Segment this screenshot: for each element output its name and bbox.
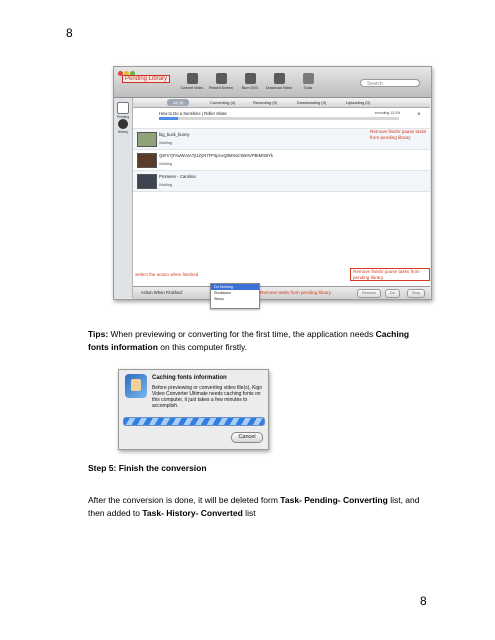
close-icon[interactable]: × — [417, 112, 421, 118]
task-title: Prometer - Carolina — [159, 174, 196, 179]
toolbox-icon — [302, 73, 314, 84]
task-title: QsFn7jTAwWvVA7jI1ZyN7FP3pAxQ0MVoC5WAVPBI… — [159, 153, 274, 158]
convert-icon — [186, 73, 198, 84]
tips-paragraph: Tips: When previewing or converting for … — [88, 329, 410, 352]
do-button[interactable]: Do — [385, 289, 400, 298]
cloud-download-icon — [273, 73, 285, 84]
app-screenshot: Pending Library Convert Video Record Scr… — [113, 66, 432, 309]
tab-bar: All (5) Converting (4) Recording (0) Dow… — [133, 98, 430, 108]
dialog-message: Before previewing or converting video fi… — [152, 385, 263, 409]
video-thumbnail — [137, 174, 157, 189]
search-input[interactable]: Search — [360, 79, 420, 87]
burn-dvd-button[interactable]: Burn DVD — [236, 73, 264, 90]
task-percent: encoding 13.2% — [375, 111, 401, 115]
task-row[interactable]: Prometer - Carolina Waiting — [133, 171, 430, 192]
annotation-remove-tasks: Remove finish/ pause tasks from pending … — [370, 129, 427, 140]
annotation-remove-finished: Remove finish/ pause tasks from pending … — [350, 268, 430, 281]
pending-library-label: Pending Library — [122, 75, 171, 83]
tab-recording[interactable]: Recording (0) — [253, 99, 277, 106]
task-status: Waiting — [159, 182, 173, 187]
title-bar: Pending Library Convert Video Record Scr… — [114, 67, 431, 98]
convert-video-button[interactable]: Convert Video — [178, 73, 206, 90]
task-title: big_buck_bunny — [159, 132, 190, 137]
video-thumbnail — [137, 153, 157, 168]
video-thumbnail — [137, 132, 157, 147]
sidebar: Pending History — [114, 98, 133, 298]
bottom-bar: Action When Finished: Remove tasks from … — [133, 286, 430, 299]
document-icon — [117, 102, 129, 114]
tab-downloading[interactable]: Downloading (0) — [297, 99, 326, 106]
action-label: Action When Finished: — [141, 290, 183, 295]
caching-fonts-dialog: Caching fonts information Before preview… — [118, 369, 269, 450]
remove-button[interactable]: Remove — [357, 289, 382, 298]
record-icon — [215, 73, 227, 84]
annotation-select-action: Select the action when finished — [135, 272, 199, 277]
sidebar-item-history[interactable]: History — [116, 119, 130, 134]
tab-all[interactable]: All (5) — [167, 99, 190, 106]
app-icon — [125, 374, 147, 398]
page-number-top: 8 — [66, 26, 73, 40]
task-status: Waiting — [159, 140, 173, 145]
task-row[interactable]: How to Do a Sunshine | Roller Skate enco… — [133, 108, 430, 129]
download-video-button[interactable]: Download Video — [265, 73, 293, 90]
cancel-button[interactable]: Cancel — [231, 432, 263, 443]
action-dropdown[interactable]: Do Nothing Shutdown Sleep — [210, 283, 260, 309]
task-status: Waiting — [159, 161, 173, 166]
tab-converting[interactable]: Converting (4) — [210, 99, 235, 106]
record-screen-button[interactable]: Record Screen — [207, 73, 235, 90]
step-paragraph: After the conversion is done, it will be… — [88, 495, 420, 518]
task-title: How to Do a Sunshine | Roller Skate — [159, 111, 227, 116]
task-row[interactable]: QsFn7jTAwWvVA7jI1ZyN7FP3pAxQ0MVoC5WAVPBI… — [133, 150, 430, 171]
dropdown-option[interactable]: Sleep — [211, 296, 259, 302]
task-progress-bar — [159, 117, 399, 120]
sidebar-item-pending[interactable]: Pending — [116, 102, 130, 119]
tools-button[interactable]: Tools — [294, 73, 322, 90]
page-number-bottom: 8 — [420, 594, 427, 608]
annotation-remove-from-library: Remove tasks from pending library — [260, 290, 331, 295]
tab-uploading[interactable]: Uploading (0) — [346, 99, 370, 106]
stop-button[interactable]: Stop — [407, 289, 425, 298]
disc-icon — [244, 73, 256, 84]
task-list-panel: All (5) Converting (4) Recording (0) Dow… — [133, 98, 430, 286]
step-heading: Step 5: Finish the conversion — [88, 463, 207, 473]
dialog-title: Caching fonts information — [152, 375, 227, 381]
clock-icon — [118, 119, 128, 129]
progress-bar — [123, 417, 265, 426]
